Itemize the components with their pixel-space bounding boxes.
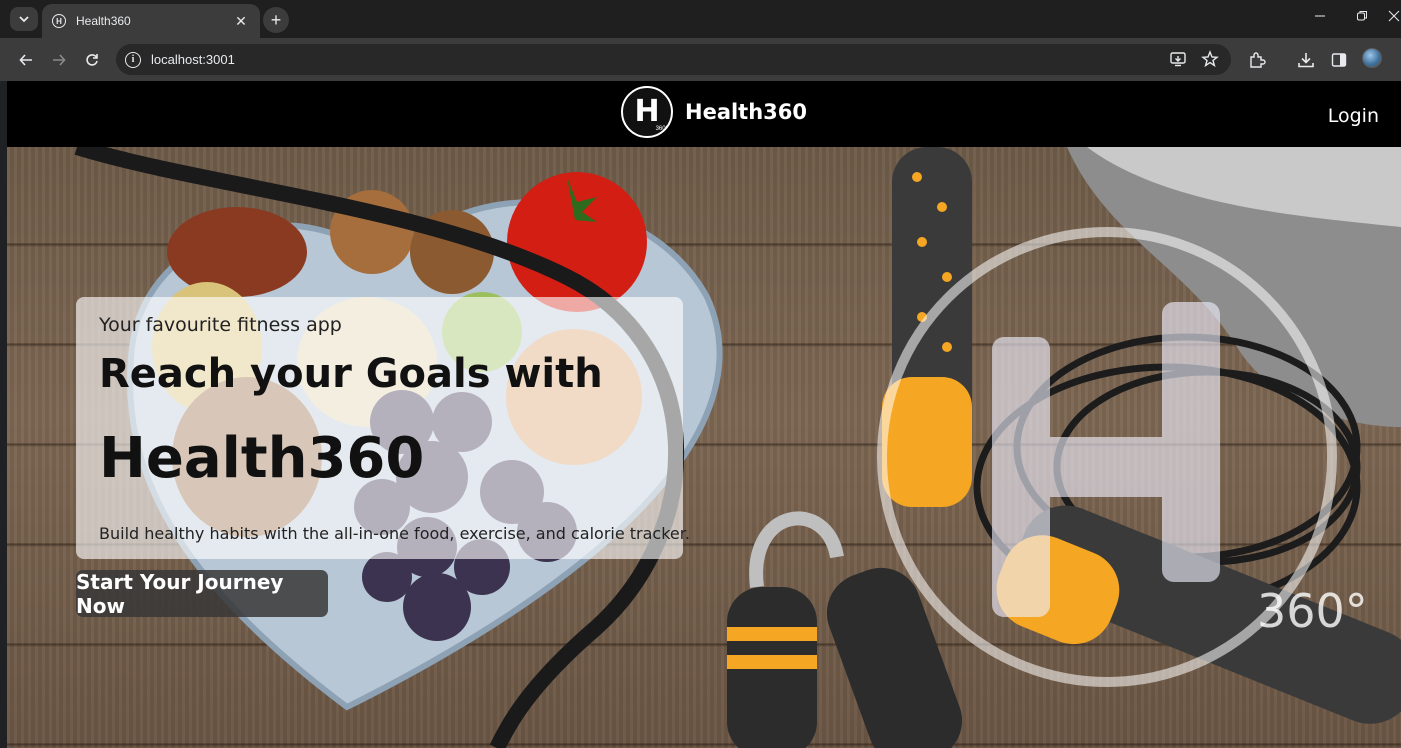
chevron-down-icon [19,16,29,23]
logo-badge: 360° [655,126,668,132]
extensions-icon[interactable] [1246,49,1268,71]
favicon-icon: H [52,14,66,28]
site-header: H 360° Health360 Login [7,81,1401,147]
minimize-icon[interactable] [1310,10,1330,25]
hero-description: Build healthy habits with the all-in-one… [99,524,690,543]
start-journey-button[interactable]: Start Your Journey Now [76,570,328,618]
browser-tabstrip: H Health360 ✕ + [0,0,1401,38]
tab-search-button[interactable] [10,7,38,31]
close-window-icon[interactable] [1384,10,1401,25]
restore-icon[interactable] [1352,10,1372,25]
hero-headline-line1: Reach your Goals with [99,351,603,397]
side-panel-icon[interactable] [1328,49,1350,71]
logo-letter: H [634,94,660,129]
install-app-icon[interactable] [1169,50,1187,68]
reload-icon[interactable] [81,49,103,71]
downloads-icon[interactable] [1295,49,1317,71]
browser-tab[interactable]: H Health360 ✕ [42,4,260,38]
hero-subtitle: Your favourite fitness app [99,314,342,336]
profile-avatar[interactable] [1362,48,1382,68]
red-rice-image [167,207,307,297]
back-icon[interactable] [15,49,37,71]
hero-headline-line2: Health360 [99,426,425,491]
forward-icon[interactable] [48,49,70,71]
address-bar[interactable]: i localhost:3001 [116,44,1231,75]
login-link[interactable]: Login [1328,105,1379,127]
health360-logo-icon: H 360° [621,86,673,138]
watermark-badge: 360° [1257,584,1368,638]
browser-toolbar: i localhost:3001 [0,38,1401,81]
brand-name: Health360 [685,100,808,124]
tab-title: Health360 [76,14,131,28]
brand-link[interactable]: H 360° Health360 [621,86,807,138]
tab-close-icon[interactable]: ✕ [232,13,250,30]
web-page: H 360° Health360 Login 360° Your favouri… [7,81,1401,748]
site-info-icon[interactable]: i [125,51,141,68]
new-tab-button[interactable]: + [263,7,289,33]
bookmark-star-icon[interactable] [1201,50,1219,68]
url-text: localhost:3001 [151,52,235,67]
